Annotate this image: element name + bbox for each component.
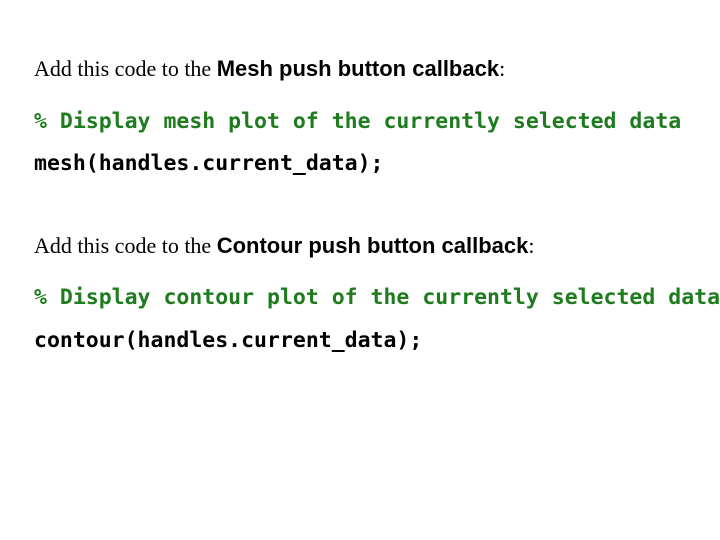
block-separator	[34, 183, 686, 231]
intro-bold-contour: Contour push button callback	[217, 233, 529, 258]
code-comment-mesh: % Display mesh plot of the currently sel…	[34, 104, 686, 141]
intro-prefix: Add this code to the	[34, 56, 217, 81]
code-statement-mesh: mesh(handles.current_data);	[34, 146, 686, 183]
intro-suffix: :	[528, 233, 534, 258]
intro-prefix: Add this code to the	[34, 233, 217, 258]
intro-line-contour: Add this code to the Contour push button…	[34, 231, 686, 261]
code-statement-contour: contour(handles.current_data);	[34, 323, 686, 360]
document-page: Add this code to the Mesh push button ca…	[0, 0, 720, 360]
intro-suffix: :	[499, 56, 505, 81]
code-comment-contour: % Display contour plot of the currently …	[34, 280, 686, 317]
intro-bold-mesh: Mesh push button callback	[217, 56, 499, 81]
intro-line-mesh: Add this code to the Mesh push button ca…	[34, 54, 686, 84]
